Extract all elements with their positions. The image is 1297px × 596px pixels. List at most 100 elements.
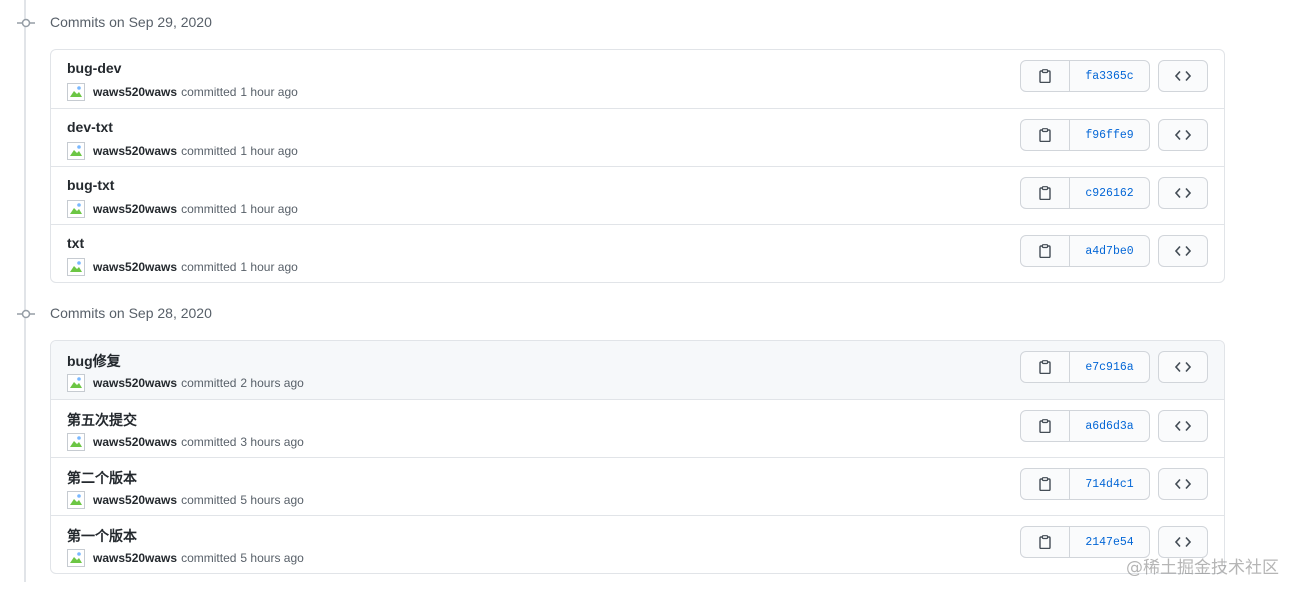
commit-row: 第二个版本 waws520waws committed 5 hours ago …	[51, 457, 1224, 515]
git-commit-icon	[17, 309, 35, 319]
code-icon	[1175, 70, 1191, 82]
commit-message-link[interactable]: bug修复	[67, 351, 121, 371]
commit-time: 1 hour ago	[240, 260, 298, 274]
commit-verb: committed	[181, 202, 237, 216]
commit-message-link[interactable]: 第五次提交	[67, 410, 137, 430]
author-link[interactable]: waws520waws	[93, 551, 177, 565]
commit-time: 5 hours ago	[240, 551, 304, 565]
browse-repo-button[interactable]	[1158, 351, 1208, 383]
commit-sha-button-group: a6d6d3a	[1020, 410, 1150, 442]
commit-verb: committed	[181, 85, 237, 99]
author-link[interactable]: waws520waws	[93, 85, 177, 99]
copy-sha-button[interactable]	[1021, 469, 1070, 499]
commit-time: 5 hours ago	[240, 493, 304, 507]
commit-group-title: Commits on Sep 29, 2020	[50, 14, 212, 30]
commit-list: bug修复 waws520waws committed 2 hours ago …	[50, 340, 1225, 574]
commit-time: 2 hours ago	[240, 376, 304, 390]
commit-row: dev-txt waws520waws committed 1 hour ago…	[51, 108, 1224, 166]
commit-sha-link[interactable]: c926162	[1070, 178, 1149, 208]
commit-message-link[interactable]: 第二个版本	[67, 468, 137, 488]
commit-sha-link[interactable]: f96ffe9	[1070, 120, 1149, 150]
commit-message-link[interactable]: 第一个版本	[67, 526, 137, 546]
commit-sha-link[interactable]: a4d7be0	[1070, 236, 1149, 266]
avatar[interactable]	[67, 549, 85, 567]
commit-group: Commits on Sep 28, 2020 bug修复 waws520waw…	[0, 291, 1297, 574]
copy-sha-button[interactable]	[1021, 178, 1070, 208]
commit-group-header: Commits on Sep 28, 2020	[0, 291, 1297, 337]
avatar[interactable]	[67, 200, 85, 218]
commit-message-link[interactable]: bug-txt	[67, 177, 114, 193]
git-commit-icon	[17, 18, 35, 28]
commit-verb: committed	[181, 493, 237, 507]
code-icon	[1175, 187, 1191, 199]
commit-sha-button-group: fa3365c	[1020, 60, 1150, 92]
commit-message-link[interactable]: txt	[67, 235, 84, 251]
commit-sha-link[interactable]: fa3365c	[1070, 61, 1149, 91]
commit-row: 第五次提交 waws520waws committed 3 hours ago …	[51, 399, 1224, 457]
commit-list: bug-dev waws520waws committed 1 hour ago…	[50, 49, 1225, 283]
commit-group: Commits on Sep 29, 2020 bug-dev waws520w…	[0, 0, 1297, 283]
author-link[interactable]: waws520waws	[93, 376, 177, 390]
author-link[interactable]: waws520waws	[93, 493, 177, 507]
code-icon	[1175, 129, 1191, 141]
author-link[interactable]: waws520waws	[93, 435, 177, 449]
copy-sha-button[interactable]	[1021, 352, 1070, 382]
clipboard-icon	[1039, 186, 1051, 200]
commit-verb: committed	[181, 260, 237, 274]
copy-sha-button[interactable]	[1021, 236, 1070, 266]
code-icon	[1175, 536, 1191, 548]
clipboard-icon	[1039, 69, 1051, 83]
commit-time: 1 hour ago	[240, 85, 298, 99]
avatar[interactable]	[67, 142, 85, 160]
avatar[interactable]	[67, 83, 85, 101]
code-icon	[1175, 361, 1191, 373]
clipboard-icon	[1039, 360, 1051, 374]
commit-sha-button-group: e7c916a	[1020, 351, 1150, 383]
commit-sha-link[interactable]: 714d4c1	[1070, 469, 1149, 499]
clipboard-icon	[1039, 419, 1051, 433]
copy-sha-button[interactable]	[1021, 411, 1070, 441]
commit-verb: committed	[181, 435, 237, 449]
commit-time: 3 hours ago	[240, 435, 304, 449]
avatar[interactable]	[67, 374, 85, 392]
avatar[interactable]	[67, 491, 85, 509]
author-link[interactable]: waws520waws	[93, 260, 177, 274]
browse-repo-button[interactable]	[1158, 177, 1208, 209]
copy-sha-button[interactable]	[1021, 527, 1070, 557]
commit-sha-link[interactable]: e7c916a	[1070, 352, 1149, 382]
commit-meta: waws520waws committed 1 hour ago	[67, 82, 298, 102]
commit-verb: committed	[181, 144, 237, 158]
commit-sha-button-group: c926162	[1020, 177, 1150, 209]
commit-meta: waws520waws committed 5 hours ago	[67, 490, 304, 510]
author-link[interactable]: waws520waws	[93, 202, 177, 216]
avatar[interactable]	[67, 433, 85, 451]
code-icon	[1175, 245, 1191, 257]
commit-meta: waws520waws committed 5 hours ago	[67, 548, 304, 568]
commit-time: 1 hour ago	[240, 202, 298, 216]
commit-meta: waws520waws committed 1 hour ago	[67, 199, 298, 219]
clipboard-icon	[1039, 244, 1051, 258]
commit-history-page: Commits on Sep 29, 2020 bug-dev waws520w…	[0, 0, 1297, 596]
commit-verb: committed	[181, 376, 237, 390]
browse-repo-button[interactable]	[1158, 60, 1208, 92]
browse-repo-button[interactable]	[1158, 235, 1208, 267]
watermark: @稀土掘金技术社区	[1126, 558, 1279, 578]
commit-sha-button-group: a4d7be0	[1020, 235, 1150, 267]
avatar[interactable]	[67, 258, 85, 276]
author-link[interactable]: waws520waws	[93, 144, 177, 158]
commit-time: 1 hour ago	[240, 144, 298, 158]
browse-repo-button[interactable]	[1158, 468, 1208, 500]
browse-repo-button[interactable]	[1158, 119, 1208, 151]
browse-repo-button[interactable]	[1158, 410, 1208, 442]
commit-group-title: Commits on Sep 28, 2020	[50, 305, 212, 321]
copy-sha-button[interactable]	[1021, 120, 1070, 150]
commit-meta: waws520waws committed 2 hours ago	[67, 373, 304, 393]
copy-sha-button[interactable]	[1021, 61, 1070, 91]
commit-sha-button-group: f96ffe9	[1020, 119, 1150, 151]
code-icon	[1175, 420, 1191, 432]
commit-sha-button-group: 714d4c1	[1020, 468, 1150, 500]
commit-message-link[interactable]: dev-txt	[67, 119, 113, 135]
commit-row: bug-txt waws520waws committed 1 hour ago…	[51, 166, 1224, 224]
commit-sha-link[interactable]: a6d6d3a	[1070, 411, 1149, 441]
commit-message-link[interactable]: bug-dev	[67, 60, 121, 76]
